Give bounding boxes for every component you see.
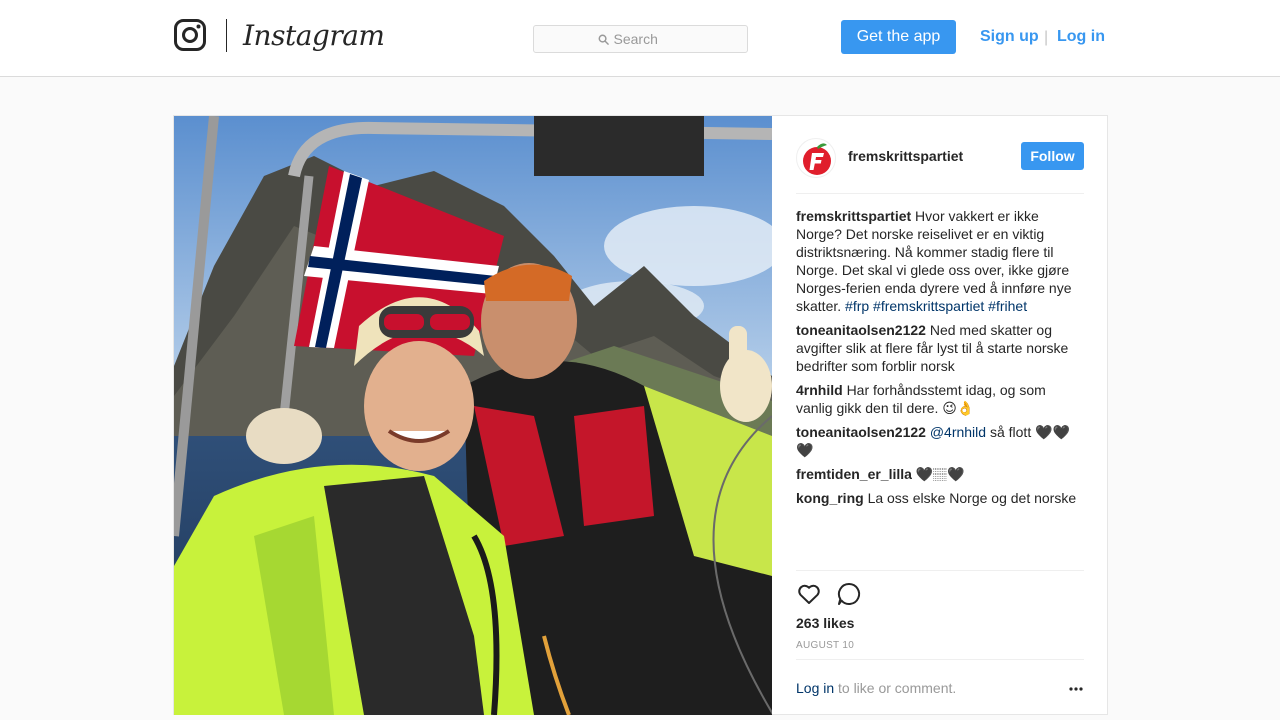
- post-actions: 263 likes AUGUST 10: [796, 570, 1084, 660]
- comment-username[interactable]: toneanitaolsen2122: [796, 424, 926, 440]
- comment-username[interactable]: 4rnhild: [796, 382, 843, 398]
- more-options-icon[interactable]: [1067, 680, 1085, 698]
- likes-count[interactable]: 263 likes: [796, 615, 854, 631]
- comment-username[interactable]: fremskrittspartiet: [796, 208, 911, 224]
- comment-text: 🖤🏽🖤: [915, 466, 965, 482]
- comment-username[interactable]: fremtiden_er_lilla: [796, 466, 912, 482]
- list-item: fremtiden_er_lilla 🖤🏽🖤: [796, 465, 1084, 483]
- list-item: 4rnhild Har forhåndsstemt idag, og som v…: [796, 381, 1084, 417]
- post-sidebar: fremskrittspartiet Follow fremskrittspar…: [772, 116, 1107, 715]
- post-photo[interactable]: [174, 116, 772, 715]
- heart-icon[interactable]: [796, 581, 822, 607]
- get-the-app-button[interactable]: Get the app: [841, 20, 956, 54]
- list-item: toneanitaolsen2122 Ned med skatter og av…: [796, 321, 1084, 375]
- comment-mention[interactable]: @4rnhild: [930, 424, 986, 440]
- sign-up-link[interactable]: Sign up: [980, 27, 1039, 47]
- comment-username[interactable]: toneanitaolsen2122: [796, 322, 926, 338]
- login-to-comment-link[interactable]: Log in: [796, 680, 834, 696]
- list-item: toneanitaolsen2122 @4rnhild så flott 🖤🖤🖤: [796, 423, 1084, 459]
- avatar[interactable]: [796, 138, 836, 178]
- instagram-wordmark[interactable]: Instagram: [243, 16, 385, 56]
- post-card: fremskrittspartiet Follow fremskrittspar…: [173, 115, 1108, 715]
- comments-list: fremskrittspartiet Hvor vakkert er ikke …: [796, 207, 1084, 513]
- post-header: fremskrittspartiet Follow: [796, 136, 1084, 194]
- post-username[interactable]: fremskrittspartiet: [848, 148, 963, 164]
- hashtags[interactable]: #frp #fremskrittspartiet #frihet: [845, 298, 1027, 314]
- top-nav-bar: Instagram Get the app Sign up | Log in: [0, 0, 1280, 77]
- search-input[interactable]: [613, 31, 684, 47]
- post-date: AUGUST 10: [796, 640, 855, 651]
- comment-username[interactable]: kong_ring: [796, 490, 864, 506]
- follow-button[interactable]: Follow: [1021, 142, 1084, 170]
- comment-bubble-icon[interactable]: [836, 581, 862, 607]
- search-icon: [598, 34, 609, 45]
- logo-divider: [226, 19, 227, 52]
- list-item: kong_ring La oss elske Norge og det nors…: [796, 489, 1084, 507]
- comment-text: La oss elske Norge og det norske: [867, 490, 1077, 506]
- search-bar[interactable]: [533, 25, 748, 53]
- login-prompt-text: to like or comment.: [838, 680, 957, 696]
- login-prompt: Log in to like or comment.: [796, 659, 1084, 715]
- log-in-link[interactable]: Log in: [1057, 27, 1105, 47]
- caption: fremskrittspartiet Hvor vakkert er ikke …: [796, 207, 1084, 315]
- nav-separator: |: [1044, 29, 1049, 46]
- instagram-camera-icon[interactable]: [174, 19, 206, 51]
